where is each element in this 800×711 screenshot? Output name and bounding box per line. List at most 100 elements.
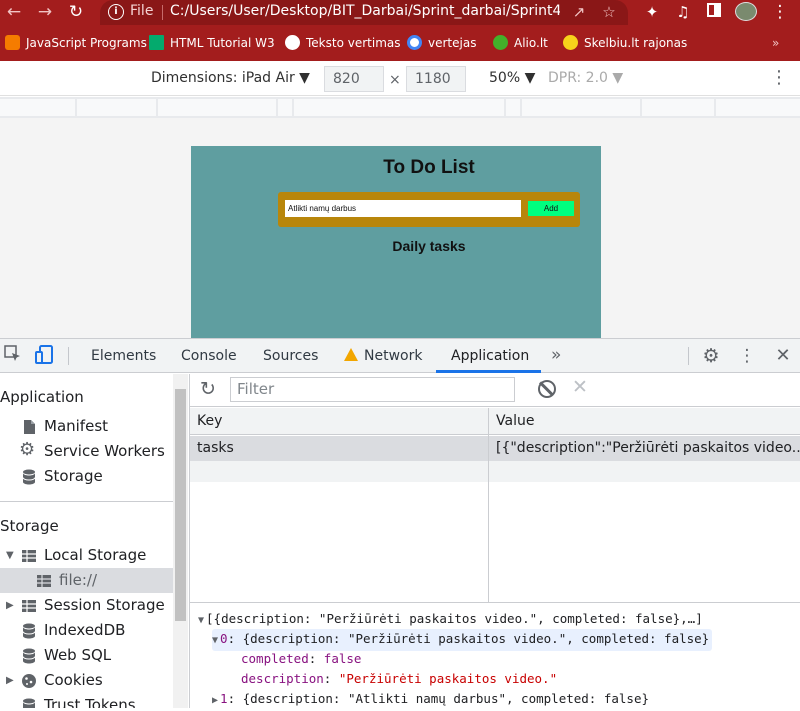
media-control-icon[interactable]: ♫: [674, 3, 692, 21]
tab-application[interactable]: Application: [451, 348, 529, 364]
tab-network[interactable]: Network: [344, 348, 422, 364]
sidebar-item-trust-tokens[interactable]: Trust Tokens: [0, 693, 173, 708]
inspect-element-icon[interactable]: [2, 345, 24, 367]
file-icon: [24, 420, 35, 434]
device-viewport: To Do List Atlikti namų darbus Add Daily…: [0, 118, 800, 338]
extensions-icon[interactable]: ✦: [643, 3, 661, 21]
sidebar-item-web-sql[interactable]: Web SQL: [0, 643, 173, 668]
column-header-key[interactable]: Key: [190, 408, 488, 435]
gear-icon[interactable]: ⚙: [700, 345, 722, 367]
preview-item-1[interactable]: ▶ 1: {description: "Atlikti namų darbus",…: [212, 689, 649, 711]
sidebar-scrollbar-thumb[interactable]: [175, 389, 186, 621]
column-header-value[interactable]: Value: [489, 408, 800, 435]
tab-console[interactable]: Console: [181, 348, 237, 364]
address-bar[interactable]: i File C:/Users/User/Desktop/BIT_Darbai/…: [100, 0, 628, 25]
menu-kebab-icon[interactable]: ⋮: [771, 3, 789, 21]
device-toolbar-menu-icon[interactable]: ⋮: [770, 67, 788, 88]
add-button[interactable]: Add: [528, 201, 574, 216]
translate-icon: [285, 35, 300, 50]
share-icon[interactable]: ↗: [570, 3, 588, 21]
media-query-ruler[interactable]: [0, 97, 800, 118]
close-icon[interactable]: ✕: [772, 345, 794, 367]
zoom-select[interactable]: 50% ▼: [489, 70, 535, 86]
table-row[interactable]: tasks [{"description":"Peržiūrėti paskai…: [190, 436, 800, 461]
address-separator: [162, 5, 163, 20]
dpr-select[interactable]: DPR: 2.0 ▼: [548, 70, 623, 86]
refresh-icon[interactable]: ↻: [200, 378, 216, 400]
browser-title-bar: ← → ↻ i File C:/Users/User/Desktop/BIT_D…: [0, 0, 800, 25]
preview-item-text: : {description: "Peržiūrėti paskaitos vi…: [227, 631, 710, 646]
sidebar-item-label: Trust Tokens: [44, 696, 136, 708]
chevron-down-icon[interactable]: ▼: [6, 543, 14, 568]
tab-elements[interactable]: Elements: [91, 348, 156, 364]
storage-toolbar: ↻ Filter ✕: [190, 374, 800, 407]
bookmark-teksto-vertimas[interactable]: Teksto vertimas: [285, 34, 401, 52]
table-row-empty[interactable]: [190, 461, 800, 482]
clear-all-icon[interactable]: [538, 380, 556, 398]
sidebar-item-indexeddb[interactable]: IndexedDB: [0, 618, 173, 643]
preview-item-0[interactable]: ▼ 0: {description: "Peržiūrėti paskaitos …: [212, 629, 713, 651]
sidebar-item-label: IndexedDB: [44, 621, 126, 639]
sidebar-item-storage[interactable]: Storage: [0, 464, 173, 489]
device-toggle-icon[interactable]: [33, 345, 55, 367]
device-height-input[interactable]: 1180: [406, 66, 466, 92]
preview-index: 0: [220, 631, 228, 646]
sidebar-item-service-workers[interactable]: ⚙ Service Workers: [0, 439, 173, 464]
preview-prop-completed: completed: false: [241, 651, 362, 666]
sidebar-item-cookies[interactable]: ▶ Cookies: [0, 668, 173, 693]
chevron-right-icon[interactable]: ▶: [6, 593, 14, 618]
google-icon: [407, 35, 422, 50]
devtools-panel: Elements Console Sources Network Applica…: [0, 338, 800, 708]
bookmark-label: Alio.lt: [514, 36, 548, 50]
bookmark-vertejas[interactable]: vertejas: [407, 34, 476, 52]
sidebar-header-storage: Storage: [0, 517, 59, 535]
sidebar-item-local-storage[interactable]: ▼ Local Storage: [0, 543, 173, 568]
device-dimensions-select[interactable]: Dimensions: iPad Air ▼: [151, 70, 310, 86]
forward-icon[interactable]: →: [35, 2, 55, 22]
sidebar-divider: [0, 501, 173, 502]
preview-value: "Peržiūrėti paskaitos video.": [338, 671, 558, 686]
daily-tasks-heading: Daily tasks: [392, 238, 466, 254]
device-width-input[interactable]: 820: [324, 66, 384, 92]
preview-item-text: : {description: "Atlikti namų darbus", c…: [227, 691, 649, 706]
preview-root-line[interactable]: ▼ [{description: "Peržiūrėti paskaitos vi…: [198, 609, 703, 631]
value-preview: ▼ [{description: "Peržiūrėti paskaitos vi…: [190, 602, 800, 708]
tab-sources[interactable]: Sources: [263, 348, 318, 364]
info-icon[interactable]: i: [108, 4, 124, 20]
devtools-menu-icon[interactable]: ⋮: [736, 345, 758, 367]
address-url[interactable]: C:/Users/User/Desktop/BIT_Darbai/Sprint_…: [170, 3, 560, 19]
preview-root-text: [{description: "Peržiūrėti paskaitos vid…: [206, 611, 703, 626]
chevron-right-icon[interactable]: ▶: [6, 668, 14, 693]
side-panel-icon[interactable]: [705, 3, 723, 21]
filter-input[interactable]: Filter: [230, 377, 515, 402]
profile-avatar[interactable]: [735, 2, 757, 21]
bookmark-javascript-programs[interactable]: JavaScript Programs: [5, 34, 147, 52]
bookmark-alio[interactable]: Alio.lt: [493, 34, 548, 52]
sidebar-item-label: Manifest: [44, 417, 109, 435]
more-tabs-icon[interactable]: »: [551, 345, 561, 365]
bookmarks-more[interactable]: »: [772, 34, 779, 52]
gear-icon: ⚙: [19, 439, 36, 460]
sidebar-item-session-storage[interactable]: ▶ Session Storage: [0, 593, 173, 618]
sidebar-item-local-storage-file[interactable]: file://: [0, 568, 173, 593]
w3schools-icon: [149, 35, 164, 50]
page-title: To Do List: [383, 157, 475, 178]
delete-selected-icon[interactable]: ✕: [572, 376, 588, 398]
todo-page: To Do List Atlikti namų darbus Add Daily…: [191, 146, 601, 338]
chevron-down-icon[interactable]: ▼: [212, 635, 218, 646]
chevron-right-icon[interactable]: ▶: [212, 695, 218, 706]
back-icon[interactable]: ←: [4, 2, 24, 22]
row-key: tasks: [197, 440, 234, 456]
alio-icon: [493, 35, 508, 50]
bookmark-skelbiu[interactable]: Skelbiu.lt rajonas: [563, 34, 687, 52]
warning-icon: [344, 348, 358, 361]
reload-icon[interactable]: ↻: [66, 2, 86, 22]
bookmark-html-tutorial[interactable]: HTML Tutorial W3: [149, 34, 275, 52]
bookmark-star-icon[interactable]: ☆: [600, 3, 618, 21]
cookie-icon: [22, 674, 36, 688]
sidebar-item-manifest[interactable]: Manifest: [0, 414, 173, 439]
task-input[interactable]: Atlikti namų darbus: [285, 200, 521, 217]
application-sidebar: Application Manifest ⚙ Service Workers S…: [0, 374, 190, 708]
device-toolbar: Dimensions: iPad Air ▼ 820 × 1180 50% ▼ …: [0, 61, 800, 96]
chevron-down-icon[interactable]: ▼: [198, 615, 204, 626]
